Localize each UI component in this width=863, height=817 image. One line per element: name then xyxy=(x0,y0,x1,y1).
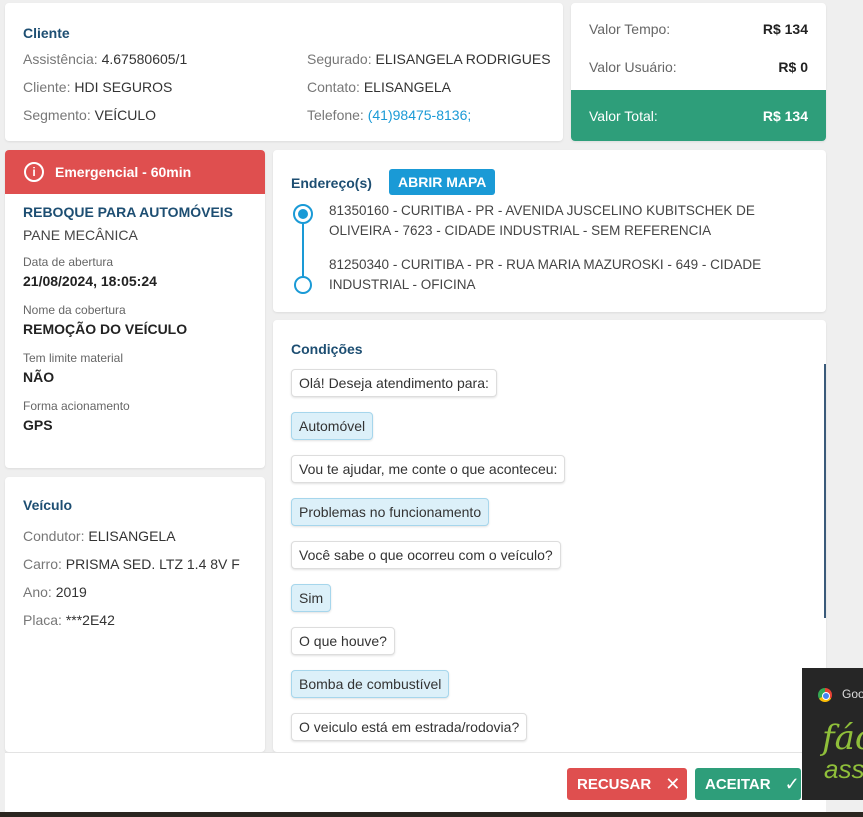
overlay-logo-line1: fác xyxy=(822,718,863,758)
acionamento-label: Forma acionamento xyxy=(23,399,130,413)
cliente-card: Cliente Assistência: 4.67580605/1 Client… xyxy=(5,3,563,141)
segurado-field: Segurado: ELISANGELA RODRIGUES xyxy=(307,51,551,67)
contato-value: ELISANGELA xyxy=(363,79,451,95)
recusar-label: RECUSAR xyxy=(577,775,652,793)
check-icon: ✓ xyxy=(784,773,800,794)
telefone-link[interactable]: (41)98475-8136; xyxy=(368,107,472,123)
action-footer: RECUSAR ✕ ACEITAR ✓ xyxy=(5,752,826,812)
origin-marker-icon xyxy=(293,204,313,224)
notification-overlay[interactable]: Goo fác assi xyxy=(802,668,863,800)
aceitar-button[interactable]: ACEITAR ✓ xyxy=(695,768,801,800)
condicoes-title: Condições xyxy=(291,341,363,357)
placa-value: ***2E42 xyxy=(65,612,115,628)
valor-usuario-amount: R$ 0 xyxy=(778,59,808,75)
abertura-label: Data de abertura xyxy=(23,255,114,269)
valor-tempo-label: Valor Tempo: xyxy=(589,21,671,37)
contato-field: Contato: ELISANGELA xyxy=(307,79,451,95)
aceitar-label: ACEITAR xyxy=(705,775,771,793)
endereco-card: Endereço(s) ABRIR MAPA 81350160 - CURITI… xyxy=(273,150,826,312)
ano-field: Ano: 2019 xyxy=(23,584,87,600)
chat-message-question: Você sabe o que ocorreu com o veículo? xyxy=(291,541,561,569)
condutor-field: Condutor: ELISANGELA xyxy=(23,528,176,544)
cliente-value: HDI SEGUROS xyxy=(74,79,173,95)
valor-tempo-amount: R$ 134 xyxy=(762,21,808,37)
telefone-field: Telefone: (41)98475-8136; xyxy=(307,107,472,123)
condicoes-card: Condições Olá! Deseja atendimento para: … xyxy=(273,320,826,752)
segmento-field: Segmento: VEÍCULO xyxy=(23,107,157,123)
valor-total-amount: R$ 134 xyxy=(762,107,808,124)
placa-field: Placa: ***2E42 xyxy=(23,612,115,628)
chat-message-question: O que houve? xyxy=(291,627,395,655)
valor-total-row: Valor Total: R$ 134 xyxy=(571,90,826,141)
servico-subtitulo: PANE MECÂNICA xyxy=(23,227,138,243)
chat-message-question: Vou te ajudar, me conte o que aconteceu: xyxy=(291,455,566,483)
valor-tempo-row: Valor Tempo: R$ 134 xyxy=(571,11,826,47)
abertura-value: 21/08/2024, 18:05:24 xyxy=(23,273,157,289)
valor-usuario-label: Valor Usuário: xyxy=(589,59,677,75)
emergencia-label: Emergencial - 60min xyxy=(55,164,192,180)
limite-label: Tem limite material xyxy=(23,351,124,365)
chrome-icon xyxy=(818,688,832,702)
valor-total-label: Valor Total: xyxy=(589,107,658,124)
endereco-origem: 81350160 - CURITIBA - PR - AVENIDA JUSCE… xyxy=(329,203,755,238)
veiculo-title: Veículo xyxy=(23,497,73,513)
segurado-value: ELISANGELA RODRIGUES xyxy=(375,51,551,67)
servico-titulo: REBOQUE PARA AUTOMÓVEIS xyxy=(23,204,234,220)
recusar-button[interactable]: RECUSAR ✕ xyxy=(567,768,687,800)
cliente-title: Cliente xyxy=(23,25,70,41)
condicoes-scrollbar[interactable] xyxy=(824,364,826,618)
segmento-value: VEÍCULO xyxy=(94,107,157,123)
valores-card: Valor Tempo: R$ 134 Valor Usuário: R$ 0 Va… xyxy=(571,3,826,141)
taskbar-strip xyxy=(0,812,863,817)
chat-message-answer: Problemas no funcionamento xyxy=(291,498,490,526)
endereco-title: Endereço(s) xyxy=(291,175,372,191)
carro-value: PRISMA SED. LTZ 1.4 8V F xyxy=(65,556,240,572)
condutor-value: ELISANGELA xyxy=(88,528,176,544)
valor-usuario-row: Valor Usuário: R$ 0 xyxy=(571,49,826,85)
chat-message-answer: Bomba de combustível xyxy=(291,670,450,698)
overlay-logo-line2: assi xyxy=(824,754,863,784)
emergencia-banner: i Emergencial - 60min xyxy=(5,150,265,194)
close-icon: ✕ xyxy=(665,773,681,794)
limite-value: NÃO xyxy=(23,369,55,385)
servico-card: i Emergencial - 60min REBOQUE PARA AUTOM… xyxy=(5,150,265,468)
route-line xyxy=(302,224,304,276)
acionamento-value: GPS xyxy=(23,417,53,433)
chat-message-answer: Sim xyxy=(291,584,332,612)
assistencia-field: Assistência: 4.67580605/1 xyxy=(23,51,188,67)
veiculo-card: Veículo Condutor: ELISANGELA Carro: PRIS… xyxy=(5,477,265,752)
ano-value: 2019 xyxy=(55,584,87,600)
abrir-mapa-button[interactable]: ABRIR MAPA xyxy=(389,169,496,195)
endereco-destino: 81250340 - CURITIBA - PR - RUA MARIA MAZ… xyxy=(329,257,762,292)
info-circle-icon: i xyxy=(24,162,44,182)
chat-message-question: O veiculo está em estrada/rodovia? xyxy=(291,713,528,741)
destination-marker-icon xyxy=(294,276,312,294)
cobertura-label: Nome da cobertura xyxy=(23,303,126,317)
cobertura-value: REMOÇÃO DO VEÍCULO xyxy=(23,321,188,337)
chat-message-answer: Automóvel xyxy=(291,412,374,440)
carro-field: Carro: PRISMA SED. LTZ 1.4 8V F xyxy=(23,556,240,572)
cliente-field: Cliente: HDI SEGUROS xyxy=(23,79,173,95)
assistencia-value: 4.67580605/1 xyxy=(101,51,188,67)
overlay-app-text: Goo xyxy=(842,687,863,701)
chat-message-question: Olá! Deseja atendimento para: xyxy=(291,369,497,397)
